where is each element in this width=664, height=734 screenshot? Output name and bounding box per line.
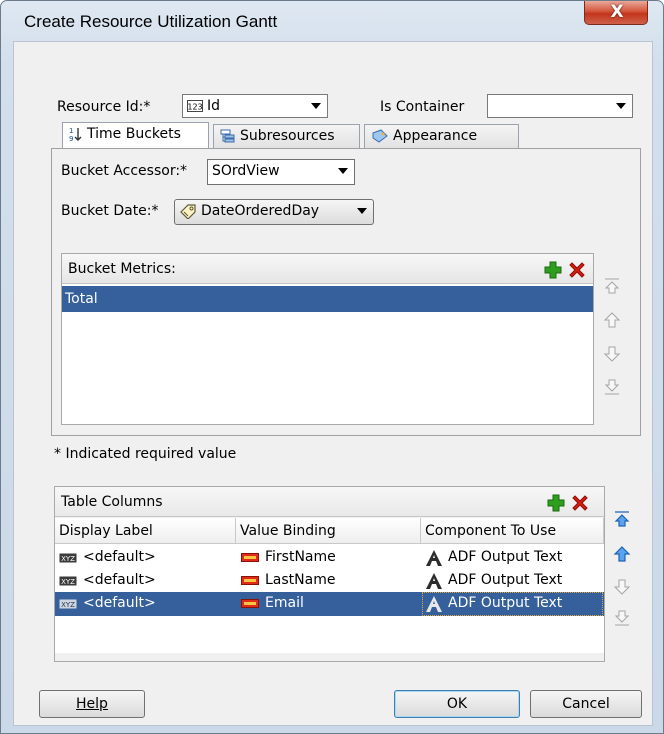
bucket-date-combo[interactable]: DateOrderedDay [174, 199, 374, 225]
table-columns-panel: Table Columns Display Label Value Bindin… [54, 486, 605, 662]
help-button[interactable]: Help [39, 690, 145, 718]
time-buckets-panel: Bucket Accessor:* SOrdView Bucket Date:*… [51, 148, 641, 436]
tab-appearance-label: Appearance [393, 128, 478, 144]
bucket-metrics-header: Bucket Metrics: [62, 254, 593, 284]
metric-label: Total [65, 291, 98, 307]
component-cell: ADF Output Text [448, 595, 563, 611]
col-display-label[interactable]: Display Label [55, 518, 236, 544]
add-column-icon[interactable] [546, 493, 566, 513]
svg-text:9: 9 [69, 135, 73, 142]
move-down-icon[interactable] [613, 578, 631, 596]
tab-time-buckets-label: Time Buckets [87, 126, 181, 142]
list-item[interactable]: Total [62, 286, 593, 312]
adf-output-text-icon [426, 596, 442, 612]
help-button-label: Help [76, 696, 108, 712]
display-label-cell: <default> [83, 549, 156, 565]
display-label-cell: <default> [83, 572, 156, 588]
add-metric-icon[interactable] [543, 260, 563, 280]
sort-numeric-icon: 19 [69, 127, 82, 142]
table-row[interactable]: XYZ <default> LastName ADF Output Text [55, 569, 604, 592]
close-button[interactable]: X [584, 1, 648, 25]
svg-text:XYZ: XYZ [61, 601, 75, 609]
table-columns-header: Table Columns [55, 487, 604, 517]
binding-icon [241, 576, 259, 585]
display-label-cell: <default> [83, 595, 156, 611]
dialog-body: Resource Id:* 123 Id Is Container 1 9 Time … [13, 41, 653, 726]
adf-output-text-icon [426, 573, 442, 589]
title-bar: Create Resource Utilization Gantt X [1, 1, 663, 41]
delete-metric-icon[interactable] [567, 260, 587, 280]
svg-text:1: 1 [69, 127, 73, 135]
required-note: * Indicated required value [54, 446, 237, 462]
binding-icon [241, 599, 259, 608]
chevron-down-icon [357, 208, 367, 214]
svg-text:XYZ: XYZ [61, 578, 75, 586]
xyz-text-icon: XYZ [59, 576, 77, 586]
close-icon: X [610, 2, 624, 22]
paint-tag-icon [372, 129, 388, 143]
col-component-to-use[interactable]: Component To Use [421, 518, 604, 544]
value-binding-cell: FirstName [265, 549, 336, 565]
move-top-icon[interactable] [603, 277, 621, 295]
move-up-icon[interactable] [613, 545, 631, 563]
is-container-label: Is Container [380, 99, 465, 115]
svg-text:XYZ: XYZ [61, 555, 75, 563]
bucket-date-label: Bucket Date:* [61, 203, 159, 219]
value-binding-cell: LastName [265, 572, 336, 588]
columns-table-head: Display Label Value Binding Component To… [55, 518, 604, 544]
xyz-text-icon: XYZ [59, 553, 77, 563]
binding-icon [241, 553, 259, 562]
component-cell: ADF Output Text [448, 572, 563, 588]
delete-column-icon[interactable] [570, 493, 590, 513]
ok-button-label: OK [446, 696, 468, 712]
move-top-icon[interactable] [613, 510, 631, 528]
resource-id-value: Id [207, 98, 221, 114]
table-row[interactable]: XYZ <default> FirstName ADF Output Text [55, 546, 604, 569]
dialog-window: Create Resource Utilization Gantt X Reso… [0, 0, 664, 734]
dialog-title: Create Resource Utilization Gantt [24, 12, 278, 31]
123-number-icon: 123 [187, 100, 203, 112]
bucket-metrics-title: Bucket Metrics: [68, 261, 176, 277]
move-bottom-icon[interactable] [613, 609, 631, 627]
tab-appearance[interactable]: Appearance [364, 124, 519, 148]
tag-icon [180, 204, 196, 219]
columns-table[interactable]: Display Label Value Binding Component To… [55, 518, 604, 653]
chevron-down-icon [311, 103, 321, 109]
cancel-button[interactable]: Cancel [530, 690, 642, 718]
col-value-binding[interactable]: Value Binding [236, 518, 421, 544]
resource-id-label: Resource Id:* [57, 99, 151, 115]
chevron-down-icon [616, 103, 626, 109]
subresources-icon [220, 129, 235, 143]
adf-output-text-icon [426, 550, 442, 566]
tab-subresources-label: Subresources [240, 128, 335, 144]
bucket-metrics-list[interactable]: Bucket Metrics: Total [61, 253, 594, 425]
is-container-combo[interactable] [487, 94, 633, 118]
bucket-accessor-value: SOrdView [212, 163, 280, 179]
component-cell: ADF Output Text [448, 549, 563, 565]
bucket-date-value: DateOrderedDay [201, 203, 320, 219]
svg-text:123: 123 [187, 103, 202, 112]
cancel-button-label: Cancel [562, 696, 610, 712]
move-bottom-icon[interactable] [603, 378, 621, 396]
bucket-accessor-label: Bucket Accessor:* [61, 163, 188, 179]
table-columns-title: Table Columns [61, 494, 163, 510]
tab-time-buckets[interactable]: 1 9 Time Buckets [62, 122, 209, 149]
move-down-icon[interactable] [603, 345, 621, 363]
bucket-accessor-combo[interactable]: SOrdView [207, 159, 355, 185]
tab-subresources[interactable]: Subresources [213, 124, 360, 148]
ok-button[interactable]: OK [394, 690, 520, 718]
value-binding-cell: Email [265, 595, 304, 611]
resource-id-combo[interactable]: 123 Id [182, 94, 328, 118]
xyz-text-icon: XYZ [59, 599, 77, 609]
chevron-down-icon [338, 168, 348, 174]
table-row[interactable]: XYZ <default> Email ADF Output Text [55, 592, 604, 616]
move-up-icon[interactable] [603, 311, 621, 329]
